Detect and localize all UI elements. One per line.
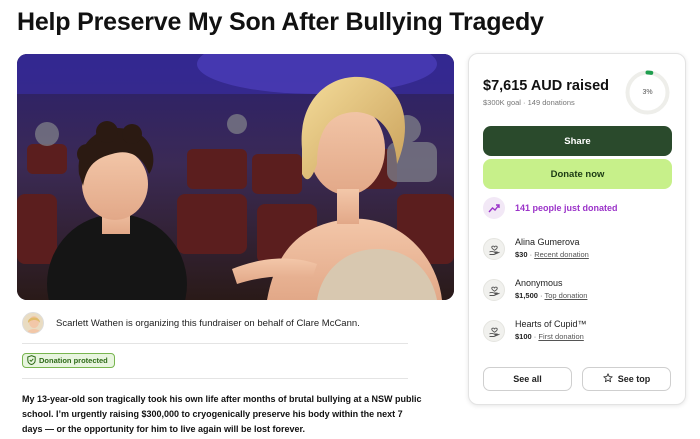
donor-tag-link[interactable]: First donation <box>538 332 583 341</box>
donation-card: $7,615 AUD raised $300K goal · 149 donat… <box>468 53 686 405</box>
donation-protected-badge[interactable]: Donation protected <box>22 353 115 368</box>
share-button[interactable]: Share <box>483 126 672 156</box>
donor-meta: $1,500 · Top donation <box>515 289 587 303</box>
progress-percent: 3% <box>642 89 653 96</box>
heart-hand-icon <box>483 320 505 342</box>
donor-amount: $30 <box>515 250 528 259</box>
organizer-text: Scarlett Wathen is organizing this fundr… <box>56 317 360 329</box>
donor-name: Hearts of Cupid™ <box>515 319 587 329</box>
separator: · <box>529 250 533 259</box>
see-top-label: See top <box>617 374 651 384</box>
donor-tag-link[interactable]: Recent donation <box>534 250 589 259</box>
page-title: Help Preserve My Son After Bullying Trag… <box>17 8 544 36</box>
donations-count: 149 donations <box>527 98 575 107</box>
fundraiser-hero-image <box>17 54 454 300</box>
donor-name: Anonymous <box>515 278 563 288</box>
see-all-button[interactable]: See all <box>483 367 572 391</box>
trending-up-icon <box>483 197 505 219</box>
goal-summary: $300K goal · 149 donations <box>483 98 575 107</box>
donor-item: Anonymous $1,500 · Top donation <box>483 277 673 303</box>
badge-label: Donation protected <box>39 356 108 365</box>
donor-meta: $100 · First donation <box>515 330 587 344</box>
donor-meta: $30 · Recent donation <box>515 248 589 262</box>
recent-activity[interactable]: 141 people just donated <box>483 197 618 219</box>
organizer-line: Scarlett Wathen is organizing this fundr… <box>22 311 412 335</box>
donor-tag-link[interactable]: Top donation <box>545 291 588 300</box>
divider <box>22 343 408 344</box>
donor-amount: $100 <box>515 332 532 341</box>
star-outline-icon <box>603 373 613 385</box>
amount-raised: $7,615 AUD raised <box>483 78 610 94</box>
donor-amount: $1,500 <box>515 291 538 300</box>
see-top-button[interactable]: See top <box>582 367 671 391</box>
heart-hand-icon <box>483 279 505 301</box>
donor-item: Alina Gumerova $30 · Recent donation <box>483 236 673 262</box>
fundraiser-description: My 13-year-old son tragically took his o… <box>22 394 422 434</box>
shield-check-icon <box>27 352 36 370</box>
recent-activity-label: 141 people just donated <box>515 203 618 213</box>
heart-hand-icon <box>483 238 505 260</box>
donor-name: Alina Gumerova <box>515 237 580 247</box>
separator: · <box>540 291 543 300</box>
see-all-label: See all <box>513 374 542 384</box>
divider <box>22 378 408 379</box>
donor-item: Hearts of Cupid™ $100 · First donation <box>483 318 673 344</box>
organizer-avatar[interactable] <box>22 312 44 334</box>
goal-amount: $300K goal <box>483 98 521 107</box>
donate-now-button[interactable]: Donate now <box>483 159 672 189</box>
separator: · <box>523 98 526 107</box>
separator: · <box>533 332 537 341</box>
